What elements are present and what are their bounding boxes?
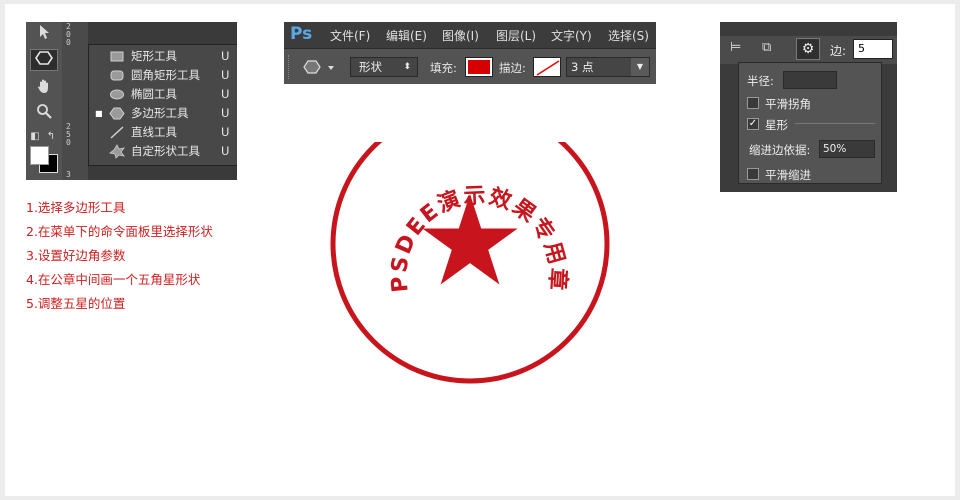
flyout-shortcut: U: [221, 87, 230, 101]
tools-panel: ◧ ↰ 2 0 0 2 5 0 3 矩形工具 U 圆角矩形工具 U 椭圆工具 U…: [26, 22, 237, 180]
hand-icon[interactable]: [30, 78, 58, 100]
toolbar: ◧ ↰: [26, 22, 62, 180]
rectangle-icon: [109, 49, 125, 64]
smooth-indents-checkbox[interactable]: [747, 168, 759, 180]
options-grip: [288, 55, 291, 79]
polygon-options-panel: ⊨ ⧉ ⚙ 边: 5 半径: 平滑拐角 ✓ 星形 缩进边依据: 50% 平滑缩进: [720, 22, 897, 192]
flyout-shortcut: U: [221, 125, 230, 139]
options-bar: 形状 ⬍ 填充: 描边: 3 点 ▼: [284, 49, 656, 84]
stroke-label: 描边:: [499, 61, 526, 75]
path-arrange-icon[interactable]: ⧉: [762, 40, 771, 55]
flyout-shortcut: U: [221, 144, 230, 158]
flyout-label: 矩形工具: [131, 49, 177, 63]
flyout-label: 直线工具: [131, 125, 177, 139]
flyout-item-polygon[interactable]: ■ 多边形工具 U: [89, 104, 237, 123]
polygon-settings-popup: 半径: 平滑拐角 ✓ 星形 缩进边依据: 50% 平滑缩进: [738, 62, 882, 184]
swap-colors-icon[interactable]: ↰: [44, 126, 58, 148]
flyout-label: 多边形工具: [131, 106, 189, 120]
move-icon[interactable]: [30, 24, 58, 46]
flyout-item-rectangle[interactable]: 矩形工具 U: [89, 47, 237, 66]
fill-label: 填充:: [430, 61, 457, 75]
ps-logo: Ps: [290, 24, 313, 44]
sides-label: 边:: [830, 44, 847, 58]
polygon-preset-icon: [303, 60, 334, 74]
radius-input[interactable]: [783, 71, 837, 89]
ellipse-icon: [109, 87, 125, 102]
no-stroke-icon: [536, 60, 560, 76]
dropdown-arrow-icon[interactable]: ▼: [631, 58, 649, 76]
default-colors-icon[interactable]: ◧: [28, 126, 42, 148]
ruler-digit: 0: [66, 138, 71, 147]
line-icon: [109, 125, 125, 140]
flyout-label: 圆角矩形工具: [131, 68, 200, 82]
flyout-label: 自定形状工具: [131, 144, 200, 158]
star-checkbox[interactable]: ✓: [747, 118, 759, 130]
tool-mode-value: 形状: [359, 60, 382, 74]
indent-label: 缩进边依据:: [749, 143, 811, 157]
custom-shape-icon: [109, 144, 125, 159]
smooth-corners-checkbox[interactable]: [747, 97, 759, 109]
flyout-item-line[interactable]: 直线工具 U: [89, 123, 237, 142]
tool-preset-picker[interactable]: [298, 56, 336, 78]
sides-input[interactable]: 5: [853, 39, 893, 59]
shape-tools-flyout: 矩形工具 U 圆角矩形工具 U 椭圆工具 U ■ 多边形工具 U 直线工具 U …: [88, 44, 237, 166]
step-3: 3.设置好边角参数: [26, 248, 126, 263]
fill-color-chip: [468, 60, 490, 74]
indent-input[interactable]: 50%: [819, 140, 875, 158]
flyout-item-rounded-rectangle[interactable]: 圆角矩形工具 U: [89, 66, 237, 85]
stroke-width-value: 3 点: [571, 60, 594, 74]
stepper-icon: ⬍: [403, 62, 411, 72]
flyout-label: 椭圆工具: [131, 87, 177, 101]
menu-file[interactable]: 文件(F): [330, 27, 370, 44]
ruler-digit: 0: [66, 38, 71, 47]
star-label: 星形: [765, 118, 788, 132]
tool-mode-select[interactable]: 形状 ⬍: [350, 57, 418, 77]
vertical-ruler: 2 0 0 2 5 0 3: [62, 22, 88, 180]
smooth-corners-label: 平滑拐角: [765, 97, 811, 111]
polygon-tool-icon[interactable]: [30, 49, 58, 71]
flyout-item-ellipse[interactable]: 椭圆工具 U: [89, 85, 237, 104]
step-2: 2.在菜单下的命令面板里选择形状: [26, 224, 213, 239]
menu-type[interactable]: 文字(Y): [551, 27, 592, 44]
zoom-icon[interactable]: [30, 103, 58, 125]
stroke-width-field[interactable]: 3 点 ▼: [566, 57, 650, 77]
ruler-digit: 3: [66, 170, 71, 179]
stroke-color-swatch[interactable]: [533, 57, 561, 77]
menu-select[interactable]: 选择(S): [608, 27, 649, 44]
instruction-steps: 1.选择多边形工具 2.在菜单下的命令面板里选择形状 3.设置好边角参数 4.在…: [26, 196, 213, 316]
radius-label: 半径:: [747, 74, 774, 88]
rounded-rectangle-icon: [109, 68, 125, 83]
divider: [795, 123, 875, 124]
menu-layer[interactable]: 图层(L): [496, 27, 536, 44]
menu-edit[interactable]: 编辑(E): [386, 27, 427, 44]
photoshop-options-panel: Ps 文件(F) 编辑(E) 图像(I) 图层(L) 文字(Y) 选择(S) 形…: [284, 22, 656, 84]
path-options-bar: ⊨ ⧉ ⚙ 边: 5: [720, 36, 897, 64]
step-5: 5.调整五星的位置: [26, 296, 126, 311]
seal-stamp: PSDEE演示效果专用章: [330, 142, 610, 384]
flyout-shortcut: U: [221, 49, 230, 63]
menu-image[interactable]: 图像(I): [442, 27, 479, 44]
flyout-shortcut: U: [221, 106, 230, 120]
flyout-shortcut: U: [221, 68, 230, 82]
polygon-icon: [109, 106, 125, 121]
foreground-color-swatch[interactable]: [30, 146, 49, 165]
flyout-item-custom-shape[interactable]: 自定形状工具 U: [89, 142, 237, 161]
path-align-icon[interactable]: ⊨: [730, 40, 741, 55]
step-4: 4.在公章中间画一个五角星形状: [26, 272, 201, 287]
menu-bar: Ps 文件(F) 编辑(E) 图像(I) 图层(L) 文字(Y) 选择(S): [284, 22, 656, 49]
smooth-indents-label: 平滑缩进: [765, 168, 811, 182]
fill-color-swatch[interactable]: [465, 57, 493, 77]
selected-bullet-icon: ■: [95, 109, 103, 118]
gear-icon[interactable]: ⚙: [796, 38, 820, 60]
step-1: 1.选择多边形工具: [26, 200, 126, 215]
